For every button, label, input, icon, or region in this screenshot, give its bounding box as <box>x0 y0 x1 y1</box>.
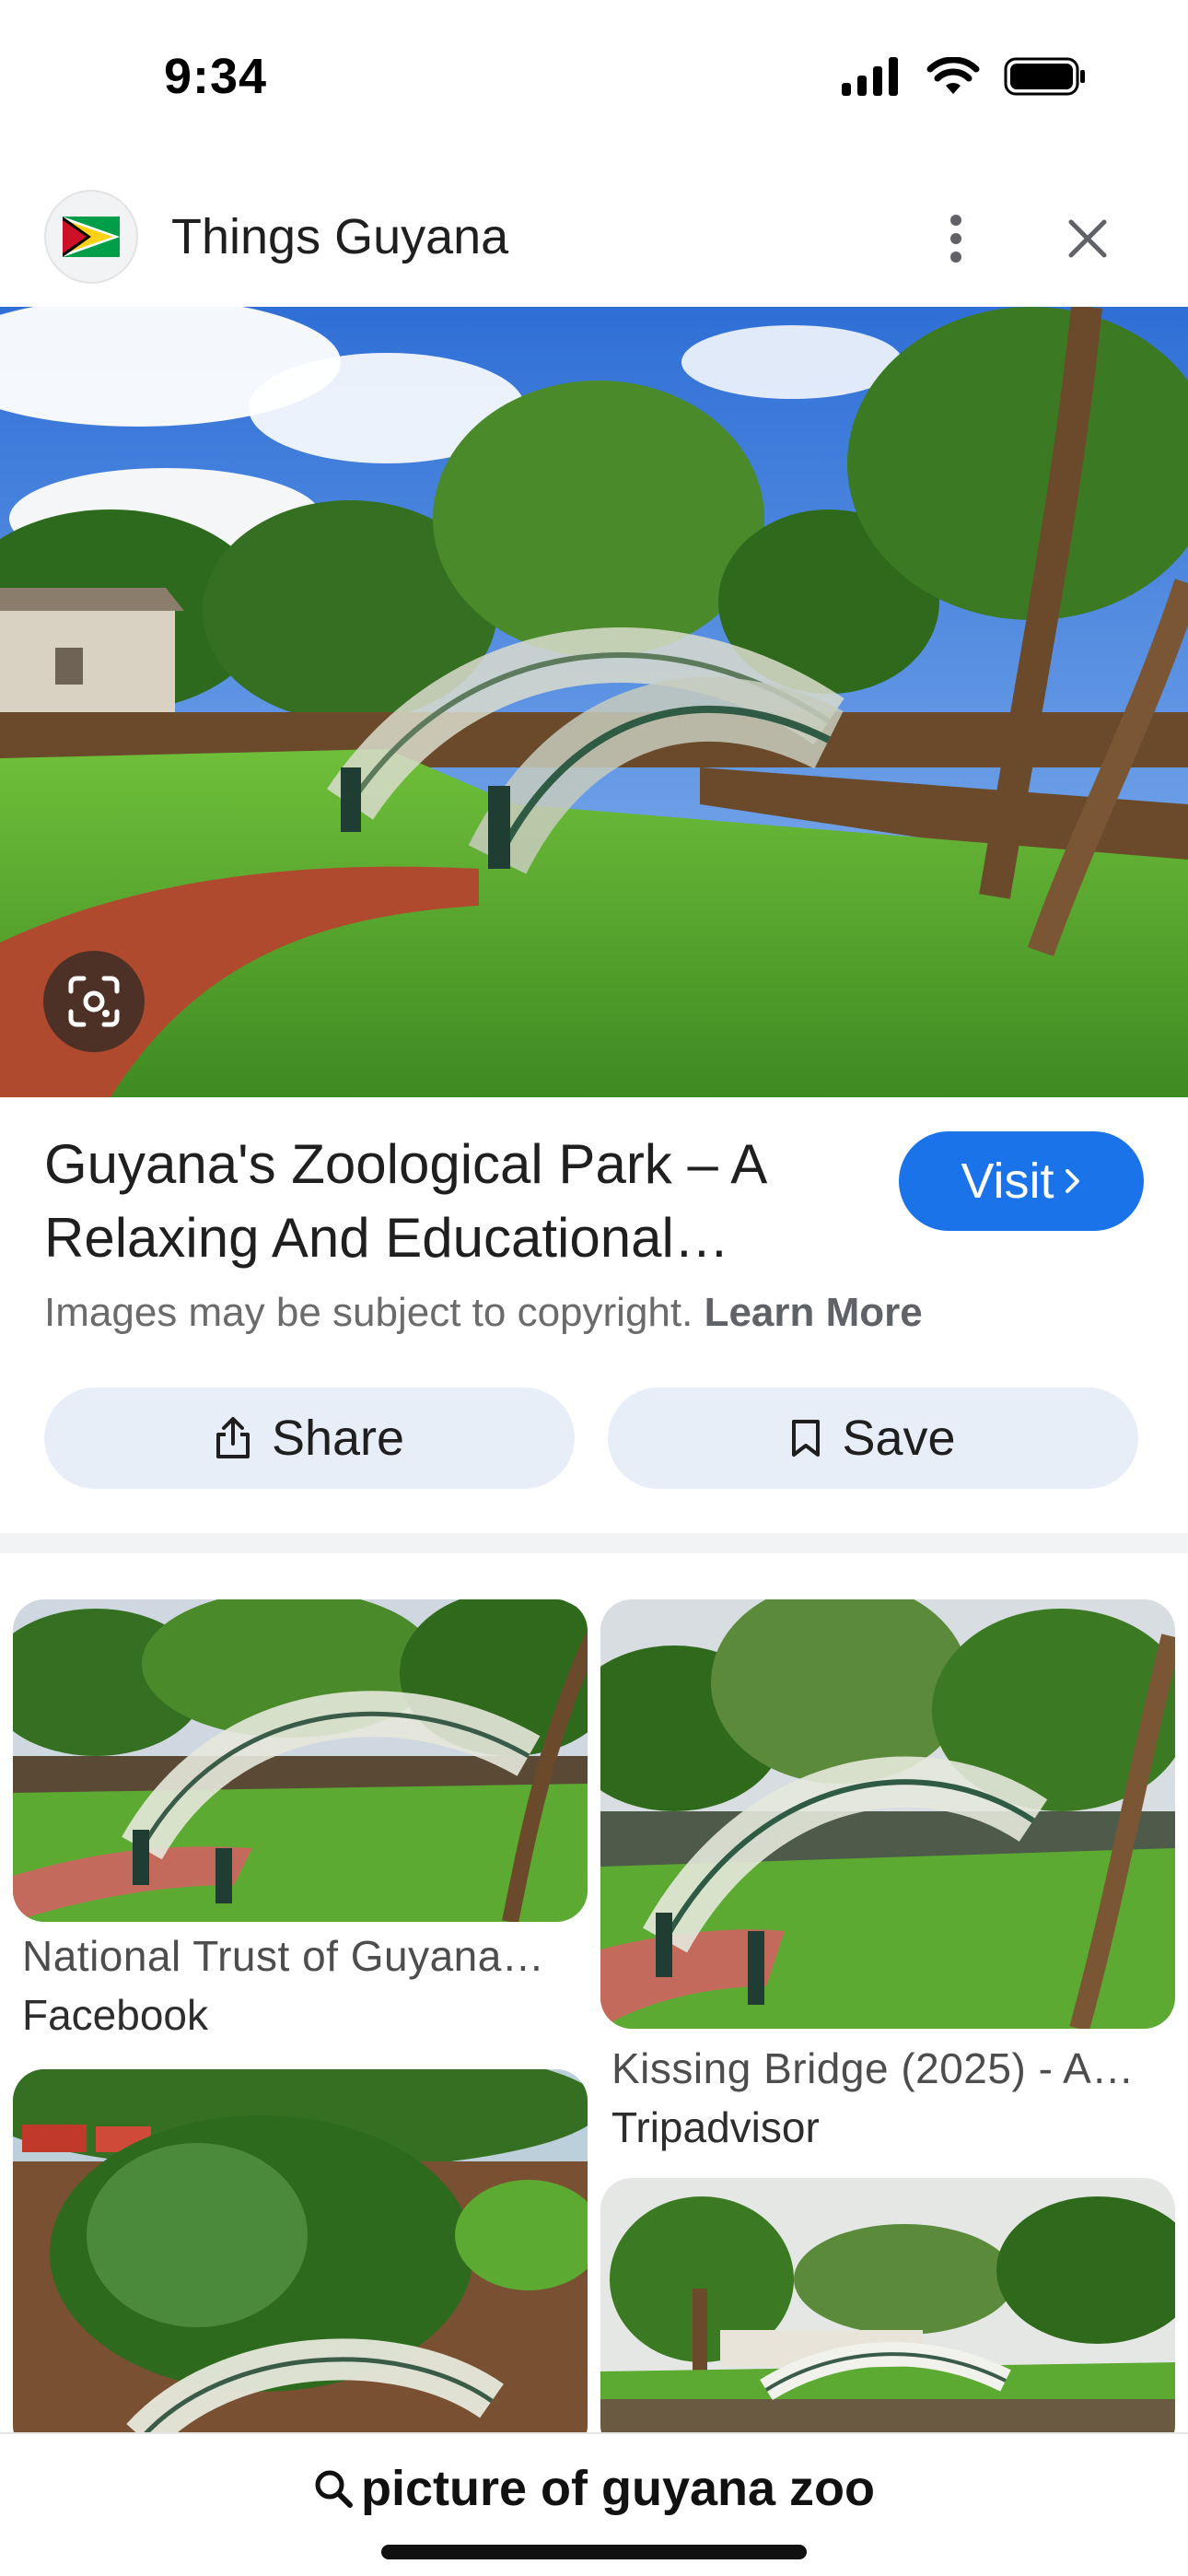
guyana-flag-icon[interactable] <box>44 190 138 284</box>
visit-label: Visit <box>961 1153 1054 1209</box>
search-query: picture of guyana zoo <box>360 2461 876 2516</box>
share-label: Share <box>271 1411 405 1466</box>
save-button[interactable]: Save <box>608 1388 1138 1489</box>
visit-button[interactable]: Visit <box>899 1131 1144 1231</box>
related-image[interactable] <box>13 1599 588 1922</box>
copyright-notice: Images may be subject to copyright. Lear… <box>44 1290 923 1336</box>
lens-search-icon[interactable] <box>43 951 145 1052</box>
related-image[interactable] <box>600 2178 1175 2456</box>
home-indicator <box>381 2545 807 2559</box>
related-source: Facebook <box>22 1991 209 2039</box>
copyright-text: Images may be subject to copyright. <box>44 1290 693 1335</box>
related-title[interactable]: Kissing Bridge (2025) - A… <box>611 2043 1135 2093</box>
bookmark-icon <box>792 1420 821 1457</box>
related-title[interactable]: National Trust of Guyana… <box>22 1931 544 1981</box>
share-button[interactable]: Share <box>44 1388 575 1489</box>
more-options-icon[interactable] <box>930 197 982 280</box>
site-header: Things Guyana <box>0 175 1188 304</box>
search-icon <box>315 2470 353 2508</box>
learn-more-link[interactable]: Learn More <box>705 1290 923 1335</box>
site-name[interactable]: Things Guyana <box>171 208 508 265</box>
status-icons <box>842 57 1087 96</box>
battery-icon <box>1004 57 1085 96</box>
close-icon[interactable] <box>1057 197 1118 280</box>
related-source: Tripadvisor <box>611 2103 820 2151</box>
related-image[interactable] <box>13 2069 588 2456</box>
share-icon <box>215 1417 250 1458</box>
hero-image[interactable] <box>0 307 1188 1097</box>
search-query-pill[interactable]: picture of guyana zoo <box>0 2460 1188 2517</box>
status-bar: 9:34 <box>0 0 1188 157</box>
bottom-search-bar: picture of guyana zoo <box>0 2432 1188 2576</box>
section-divider <box>0 1533 1188 1553</box>
status-time: 9:34 <box>164 49 268 104</box>
wifi-icon <box>926 57 980 94</box>
signal-icon <box>842 57 898 96</box>
result-title[interactable]: Guyana's Zoological Park – A Relaxing An… <box>44 1128 855 1275</box>
chevron-right-icon <box>1065 1169 1079 1193</box>
related-image[interactable] <box>600 1599 1175 2029</box>
save-label: Save <box>842 1411 956 1466</box>
